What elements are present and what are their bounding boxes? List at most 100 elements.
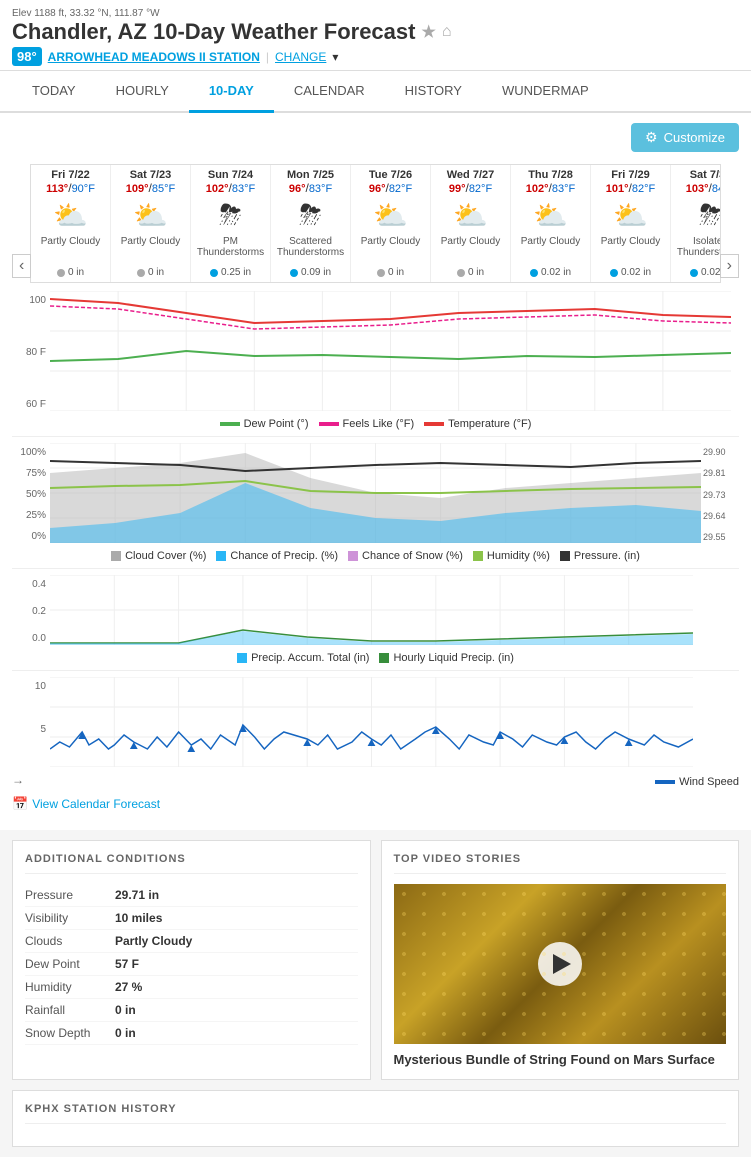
- day-0-temp: 113°/90°F: [33, 181, 108, 195]
- forecast-day-1[interactable]: Sat 7/23 109°/85°F ⛅ Partly Cloudy 0 in: [111, 165, 191, 282]
- pct-y-50: 50%: [12, 489, 46, 500]
- header: Elev 1188 ft, 33.32 °N, 111.87 °W Chandl…: [0, 0, 751, 71]
- pressure-y-low: 29.55: [703, 532, 739, 542]
- legend-pressure: Pressure. (in): [560, 550, 640, 562]
- pressure-y-4: 29.64: [703, 511, 739, 521]
- tab-wundermap[interactable]: WUNDERMAP: [482, 71, 609, 113]
- visibility-value: 10 miles: [115, 911, 162, 925]
- calendar-icon: 📅: [12, 796, 28, 812]
- day-4-temp: 96°/82°F: [353, 181, 428, 195]
- clouds-label: Clouds: [25, 934, 115, 948]
- day-7-date: Fri 7/29: [593, 169, 668, 181]
- day-7-temp: 101°/82°F: [593, 181, 668, 195]
- conditions-row-snowdepth: Snow Depth 0 in: [25, 1022, 358, 1045]
- customize-button[interactable]: ⚙ Customize: [631, 123, 739, 152]
- gear-icon: ⚙: [645, 129, 658, 146]
- legend-hourly-liquid: Hourly Liquid Precip. (in): [379, 652, 513, 664]
- chevron-down-icon: ▾: [332, 50, 338, 64]
- pressure-y-2: 29.81: [703, 468, 739, 478]
- wind-svg: [50, 677, 693, 767]
- change-link[interactable]: CHANGE: [275, 50, 326, 64]
- day-7-icon: ⛅: [593, 199, 668, 232]
- video-thumbnail[interactable]: [394, 884, 727, 1044]
- day-6-precip: 0.02 in: [513, 267, 588, 278]
- conditions-row-humidity: Humidity 27 %: [25, 976, 358, 999]
- pressure-value: 29.71 in: [115, 888, 159, 902]
- day-1-temp: 109°/85°F: [113, 181, 188, 195]
- day-6-desc: Partly Cloudy: [513, 236, 588, 264]
- wind-arrow-icon: →: [12, 773, 24, 787]
- top-video-title: TOP VIDEO STORIES: [394, 853, 727, 874]
- day-1-date: Sat 7/23: [113, 169, 188, 181]
- forecast-day-8[interactable]: Sat 7/30 103°/84°F ⛈ Isolated Thundersto…: [671, 165, 721, 282]
- day-1-precip: 0 in: [113, 267, 188, 278]
- pct-y-25: 25%: [12, 510, 46, 521]
- precip-accum-chart-section: 0.4 0.2 0.0: [12, 575, 739, 664]
- forecast-day-5[interactable]: Wed 7/27 99°/82°F ⛅ Partly Cloudy 0 in: [431, 165, 511, 282]
- forecast-prev-button[interactable]: ‹: [12, 254, 31, 278]
- forecast-day-7[interactable]: Fri 7/29 101°/82°F ⛅ Partly Cloudy 0.02 …: [591, 165, 671, 282]
- snowdepth-label: Snow Depth: [25, 1026, 115, 1040]
- tab-history[interactable]: HISTORY: [385, 71, 482, 113]
- day-2-temp: 102°/83°F: [193, 181, 268, 195]
- day-2-date: Sun 7/24: [193, 169, 268, 181]
- tab-10-day[interactable]: 10-DAY: [189, 71, 274, 113]
- video-title: Mysterious Bundle of String Found on Mar…: [394, 1052, 727, 1067]
- forecast-day-3[interactable]: Mon 7/25 96°/83°F ⛈ Scattered Thundersto…: [271, 165, 351, 282]
- visibility-label: Visibility: [25, 911, 115, 925]
- day-1-desc: Partly Cloudy: [113, 236, 188, 264]
- precip-accum-svg: [50, 575, 693, 645]
- day-6-icon: ⛅: [513, 199, 588, 232]
- day-4-desc: Partly Cloudy: [353, 236, 428, 264]
- temp-chart-svg: [50, 291, 731, 411]
- nav-tabs: TODAY HOURLY 10-DAY CALENDAR HISTORY WUN…: [0, 71, 751, 113]
- day-7-desc: Partly Cloudy: [593, 236, 668, 264]
- pressure-label: Pressure: [25, 888, 115, 902]
- day-5-date: Wed 7/27: [433, 169, 508, 181]
- conditions-row-dewpoint: Dew Point 57 F: [25, 953, 358, 976]
- clouds-value: Partly Cloudy: [115, 934, 192, 948]
- day-5-temp: 99°/82°F: [433, 181, 508, 195]
- day-4-icon: ⛅: [353, 199, 428, 232]
- precip-y-00: 0.0: [12, 633, 46, 644]
- star-icon[interactable]: ★: [421, 22, 435, 42]
- wind-y-10: 10: [12, 681, 46, 692]
- day-0-date: Fri 7/22: [33, 169, 108, 181]
- tab-calendar[interactable]: CALENDAR: [274, 71, 385, 113]
- day-6-date: Thu 7/28: [513, 169, 588, 181]
- legend-chance-precip: Chance of Precip. (%): [216, 550, 338, 562]
- rainfall-label: Rainfall: [25, 1003, 115, 1017]
- day-4-date: Tue 7/26: [353, 169, 428, 181]
- bottom-section: ADDITIONAL CONDITIONS Pressure 29.71 in …: [0, 830, 751, 1090]
- legend-feels-like: Feels Like (°F): [319, 418, 415, 430]
- day-3-date: Mon 7/25: [273, 169, 348, 181]
- humidity-label: Humidity: [25, 980, 115, 994]
- temp-y-80: 80 F: [12, 347, 46, 358]
- conditions-row-clouds: Clouds Partly Cloudy: [25, 930, 358, 953]
- view-calendar-link[interactable]: 📅 View Calendar Forecast: [12, 796, 739, 812]
- additional-conditions-title: ADDITIONAL CONDITIONS: [25, 853, 358, 874]
- forecast-day-6[interactable]: Thu 7/28 102°/83°F ⛅ Partly Cloudy 0.02 …: [511, 165, 591, 282]
- station-name[interactable]: ARROWHEAD MEADOWS II STATION: [48, 50, 260, 64]
- additional-conditions: ADDITIONAL CONDITIONS Pressure 29.71 in …: [12, 840, 371, 1080]
- day-8-date: Sat 7/30: [673, 169, 721, 181]
- day-5-desc: Partly Cloudy: [433, 236, 508, 264]
- snowdepth-value: 0 in: [115, 1026, 136, 1040]
- legend-chance-snow: Chance of Snow (%): [348, 550, 463, 562]
- legend-humidity: Humidity (%): [473, 550, 550, 562]
- forecast-day-2[interactable]: Sun 7/24 102°/83°F ⛈ PM Thunderstorms 0.…: [191, 165, 271, 282]
- day-3-precip: 0.09 in: [273, 267, 348, 278]
- tab-hourly[interactable]: HOURLY: [96, 71, 189, 113]
- wind-y-5: 5: [12, 724, 46, 735]
- legend-wind-speed: Wind Speed: [655, 776, 739, 788]
- tab-today[interactable]: TODAY: [12, 71, 96, 113]
- home-icon[interactable]: ⌂: [442, 23, 452, 41]
- forecast-day-0[interactable]: Fri 7/22 113°/90°F ⛅ Partly Cloudy 0 in: [31, 165, 111, 282]
- pressure-y-3: 29.73: [703, 490, 739, 500]
- pct-y-75: 75%: [12, 468, 46, 479]
- pipe: |: [266, 50, 269, 64]
- forecast-next-button[interactable]: ›: [720, 254, 739, 278]
- wind-chart-section: 10 5: [12, 677, 739, 788]
- forecast-day-4[interactable]: Tue 7/26 96°/82°F ⛅ Partly Cloudy 0 in: [351, 165, 431, 282]
- temp-y-100: 100: [12, 295, 46, 306]
